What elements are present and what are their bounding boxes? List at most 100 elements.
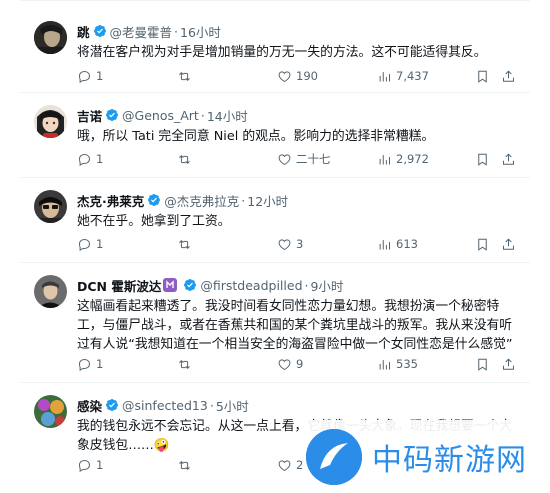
reply-count: 1 bbox=[96, 69, 104, 83]
separator-dot: · bbox=[200, 107, 205, 123]
reply-count: 1 bbox=[96, 458, 104, 472]
reply-count: 1 bbox=[96, 357, 104, 371]
tweet[interactable]: 跳 @老曼霍普 · 16小时 将潜在客户视为对手是增加销量的万无一失的方法。这不… bbox=[20, 0, 530, 93]
avatar[interactable] bbox=[34, 395, 67, 428]
like-count: 二十七 bbox=[296, 152, 331, 166]
bookmark-icon bbox=[478, 70, 487, 83]
share-icon bbox=[503, 237, 514, 250]
views-button[interactable]: 2,972 bbox=[377, 152, 429, 167]
views-button[interactable]: 613 bbox=[377, 237, 418, 252]
views-button[interactable]: 535 bbox=[377, 357, 418, 372]
watermark-text: 中码新游网 bbox=[372, 442, 527, 478]
reply-icon bbox=[78, 459, 91, 472]
bookmark-button[interactable] bbox=[475, 357, 490, 372]
share-button[interactable] bbox=[501, 237, 516, 252]
author-handle[interactable]: @sinfected13 bbox=[122, 398, 208, 413]
like-button[interactable]: 二十七 bbox=[277, 151, 331, 167]
reply-icon bbox=[78, 238, 91, 251]
author-name[interactable]: 吉诺 bbox=[77, 106, 102, 125]
heart-icon bbox=[278, 153, 291, 165]
heart-icon bbox=[278, 358, 291, 370]
author-handle[interactable]: @Genos_Art bbox=[122, 108, 199, 123]
tweet-text: 这幅画看起来糟透了。我没时间看女同性恋力量幻想。我想扮演一个秘密特工，与僵尸战斗… bbox=[77, 299, 513, 352]
reply-button[interactable]: 1 bbox=[77, 458, 103, 473]
author-name[interactable]: DCN 霍斯波达 bbox=[77, 276, 161, 295]
tweet[interactable]: DCN 霍斯波达 @firstdeadpilled · 9小时 这幅画看起来糟透… bbox=[20, 263, 530, 383]
retweet-button[interactable] bbox=[177, 152, 196, 167]
retweet-icon bbox=[179, 71, 190, 81]
like-button[interactable]: 3 bbox=[277, 237, 303, 252]
reply-button[interactable]: 1 bbox=[77, 237, 103, 252]
author-handle[interactable]: @firstdeadpilled bbox=[200, 278, 302, 293]
avatar[interactable] bbox=[34, 21, 67, 54]
reply-button[interactable]: 1 bbox=[77, 357, 103, 372]
tweet[interactable]: 吉诺 @Genos_Art · 14小时 哦，所以 Tati 完全同意 Niel… bbox=[20, 93, 530, 178]
reply-icon bbox=[78, 153, 91, 166]
site-watermark: 中码新游网 bbox=[304, 420, 550, 493]
heart-icon bbox=[278, 238, 291, 250]
bookmark-button[interactable] bbox=[475, 237, 490, 252]
retweet-button[interactable] bbox=[177, 458, 196, 473]
views-count: 7,437 bbox=[396, 69, 429, 83]
analytics-icon bbox=[379, 154, 390, 164]
retweet-button[interactable] bbox=[177, 357, 196, 372]
reply-icon bbox=[78, 70, 91, 83]
verified-badge-icon bbox=[106, 399, 118, 411]
reply-count: 1 bbox=[96, 152, 104, 166]
bookmark-button[interactable] bbox=[475, 152, 490, 167]
retweet-icon bbox=[179, 460, 190, 470]
author-handle[interactable]: @老曼霍普 bbox=[110, 22, 173, 41]
bookmark-icon bbox=[478, 358, 487, 371]
views-button[interactable]: 7,437 bbox=[377, 69, 429, 84]
reply-button[interactable]: 1 bbox=[77, 69, 103, 84]
verified-badge-icon bbox=[106, 109, 118, 121]
reply-icon bbox=[78, 358, 91, 371]
heart-icon bbox=[278, 70, 291, 82]
separator-dot: · bbox=[241, 192, 246, 208]
bookmark-icon bbox=[478, 238, 487, 251]
separator-dot: · bbox=[209, 397, 214, 413]
timestamp[interactable]: 14小时 bbox=[207, 106, 248, 125]
avatar[interactable] bbox=[34, 105, 67, 138]
bookmark-button[interactable] bbox=[475, 69, 490, 84]
retweet-icon bbox=[179, 239, 190, 249]
share-button[interactable] bbox=[501, 69, 516, 84]
heart-icon bbox=[278, 459, 291, 471]
tweet-text: 哦，所以 Tati 完全同意 Niel 的观点。影响力的选择非常糟糕。 bbox=[77, 129, 435, 144]
analytics-icon bbox=[379, 359, 390, 369]
like-button[interactable]: 2 bbox=[277, 458, 303, 473]
analytics-icon bbox=[379, 239, 390, 249]
tweet-text: 她不在乎。她拿到了工资。 bbox=[77, 214, 231, 229]
share-button[interactable] bbox=[501, 357, 516, 372]
author-name[interactable]: 感染 bbox=[77, 396, 102, 415]
views-count: 613 bbox=[396, 237, 418, 251]
avatar[interactable] bbox=[34, 275, 67, 308]
avatar[interactable] bbox=[34, 190, 67, 223]
reply-count: 1 bbox=[96, 237, 104, 251]
timestamp[interactable]: 5小时 bbox=[216, 396, 249, 415]
separator-dot: · bbox=[304, 277, 309, 293]
share-button[interactable] bbox=[501, 152, 516, 167]
author-name[interactable]: 跳 bbox=[77, 22, 90, 41]
retweet-button[interactable] bbox=[177, 69, 196, 84]
author-handle[interactable]: @杰克弗拉克 bbox=[164, 191, 239, 210]
timestamp[interactable]: 12小时 bbox=[247, 191, 288, 210]
analytics-icon bbox=[379, 71, 390, 81]
retweet-button[interactable] bbox=[177, 237, 196, 252]
verified-badge-icon bbox=[93, 25, 106, 37]
author-name[interactable]: 杰克·弗莱克 bbox=[77, 191, 144, 210]
like-button[interactable]: 9 bbox=[277, 357, 303, 372]
tweet[interactable]: 杰克·弗莱克 @杰克弗拉克 · 12小时 她不在乎。她拿到了工资。 1 3 61… bbox=[20, 178, 530, 263]
watermark-logo-icon bbox=[306, 428, 362, 485]
separator-dot: · bbox=[174, 23, 179, 39]
reply-button[interactable]: 1 bbox=[77, 152, 103, 167]
like-count: 3 bbox=[296, 237, 304, 251]
timestamp[interactable]: 16小时 bbox=[180, 22, 221, 41]
share-icon bbox=[503, 69, 514, 82]
purple-badge-icon bbox=[163, 278, 178, 292]
like-count: 190 bbox=[296, 69, 318, 83]
timestamp[interactable]: 9小时 bbox=[310, 276, 343, 295]
tweet-text: 将潜在客户视为对手是增加销量的万无一失的方法。这不可能适得其反。 bbox=[77, 45, 487, 60]
like-button[interactable]: 190 bbox=[277, 69, 318, 84]
views-count: 2,972 bbox=[396, 152, 429, 166]
